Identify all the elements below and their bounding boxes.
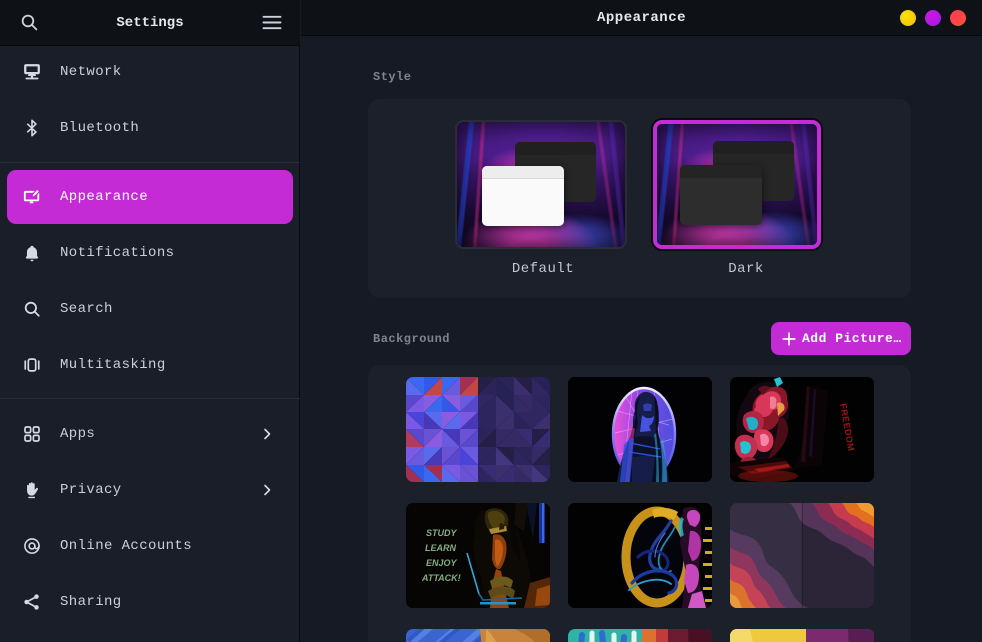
svg-text:ATTACK!: ATTACK! bbox=[421, 573, 461, 583]
svg-text:LEARN: LEARN bbox=[425, 543, 456, 553]
svg-text:STUDY: STUDY bbox=[426, 528, 457, 538]
svg-text:ENJOY: ENJOY bbox=[426, 558, 458, 568]
